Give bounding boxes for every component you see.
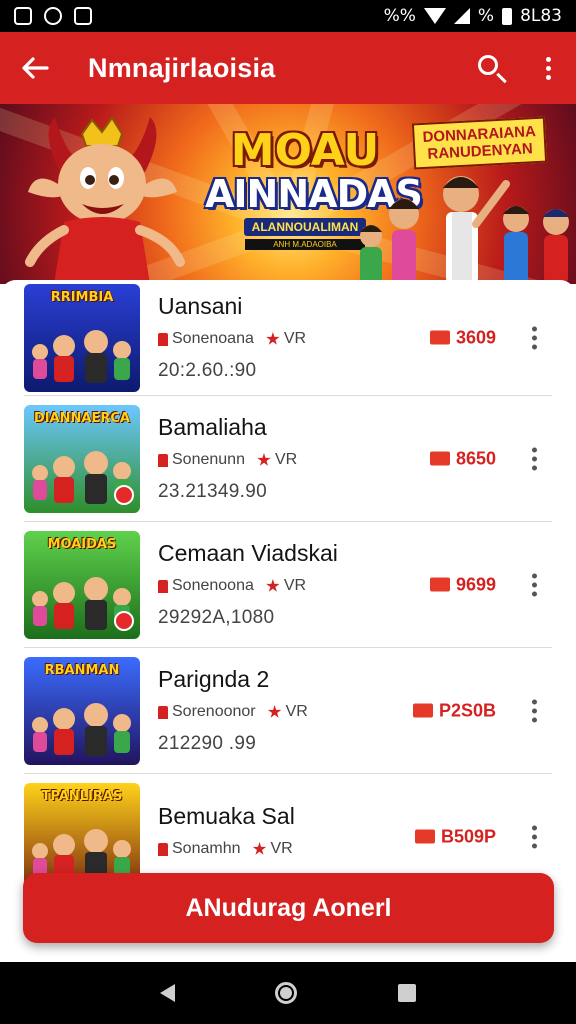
app-name: Parignda 2 [158,666,270,692]
download-count: 29292A,1080 [158,607,275,628]
developer-name: Sorenoonor [172,703,256,720]
rating-label: VR [270,840,293,857]
developer-icon [158,842,168,856]
arrow-left-icon [22,57,49,79]
app-list: RRIMBIA Uansani Sonenoana VR 20:2.60.:90… [0,280,576,960]
row-more-button[interactable] [524,699,544,722]
search-button[interactable] [464,32,520,104]
app-thumbnail[interactable]: DIANNAERCA [24,404,140,513]
star-icon [252,842,267,855]
battery-icon [502,7,513,25]
whatsapp-icon [44,7,62,25]
download-count: 20:2.60.:90 [158,360,257,381]
nav-back-icon[interactable] [160,984,176,1002]
page-title: Nmnajirlaoisia [88,52,276,83]
app-name: Uansani [158,293,243,319]
download-count: 212290 .99 [158,733,257,754]
price-tag[interactable]: P2S0B [412,700,496,721]
star-icon [266,579,280,592]
badge-icon [114,610,134,631]
image-icon [14,7,32,25]
system-nav-bar [0,962,576,1024]
status-bar: %% % 8L83 [0,0,576,32]
back-button[interactable] [0,32,70,104]
app-thumbnail[interactable]: RRIMBIA [24,283,140,392]
list-item[interactable]: MOAIDAS Cemaan Viadskai Sonenoona VR 292… [24,522,552,648]
rating-label: VR [274,451,298,468]
star-icon [266,332,280,345]
row-more-button[interactable] [524,447,544,470]
app-thumbnail[interactable]: MOAIDAS [24,530,140,639]
price-value: 9699 [455,574,496,594]
overflow-menu-button[interactable] [520,32,576,104]
app-name: Bamaliaha [158,414,267,440]
developer-name: Sonenoana [172,330,254,347]
rating-label: VR [285,703,308,720]
image-icon [74,7,92,25]
price-value: B509P [440,826,496,846]
price-tag[interactable]: B509P [414,826,496,847]
primary-action-button[interactable]: ANudurag Aonerl [23,873,554,943]
thumbnail-title: TPANLIRAS [41,788,123,804]
thumbnail-title: RRIMBIA [50,289,114,305]
rating-label: VR [283,330,307,347]
price-value: P2S0B [438,700,496,720]
rating-label: VR [283,577,307,594]
list-item[interactable]: RRIMBIA Uansani Sonenoana VR 20:2.60.:90… [24,280,552,396]
banner-tag: DONNARAIANA RANUDENYAN [411,116,548,170]
nav-recents-icon[interactable] [397,984,416,1002]
percent-text: % [477,6,495,26]
promo-banner[interactable]: MOAU AINNADAS ALANNOUALIMAN ANH M.ADAOIB… [0,104,576,284]
developer-icon [158,579,168,593]
developer-name: Sonenoona [172,577,254,594]
download-count: 23.21349.90 [158,481,267,502]
thumbnail-title: DIANNAERCA [33,410,130,426]
kids-illustration [360,176,569,284]
app-bar: Nmnajirlaoisia [0,32,576,104]
developer-icon [158,705,168,719]
app-name: Cemaan Viadskai [158,540,338,566]
status-time: 8L83 [520,6,562,26]
battery-saver-text: %% [383,6,416,26]
developer-icon [158,453,168,467]
list-item[interactable]: DIANNAERCA Bamaliaha Sonenunn VR 23.2134… [24,396,552,522]
row-more-button[interactable] [524,326,544,349]
nav-home-icon[interactable] [275,982,298,1004]
wifi-icon [423,8,446,24]
coin-icon [429,330,450,345]
signal-icon [453,8,470,24]
banner-subtitle-small: ANH M.ADAOIBA [245,239,365,250]
banner-subtitle: ALANNOUALIMAN [243,218,367,236]
search-icon [478,55,498,75]
price-value: 3609 [455,327,496,347]
thumbnail-title: RBANMAN [44,662,120,678]
price-value: 8650 [455,448,496,468]
price-tag[interactable]: 8650 [429,448,496,469]
thumbnail-title: MOAIDAS [47,536,117,552]
developer-name: Sonamhn [172,840,241,857]
list-item[interactable]: RBANMAN Parignda 2 Sorenoonor VR 212290 … [24,648,552,774]
developer-icon [158,332,168,346]
row-more-button[interactable] [524,825,544,848]
price-tag[interactable]: 9699 [429,574,496,595]
price-tag[interactable]: 3609 [429,327,496,348]
coin-icon [429,451,450,466]
star-icon [267,705,282,718]
star-icon [257,453,271,466]
badge-icon [114,484,134,505]
row-more-button[interactable] [524,573,544,596]
app-thumbnail[interactable]: RBANMAN [24,656,140,765]
coin-icon [414,829,435,844]
mascot-illustration [25,116,185,284]
coin-icon [429,577,450,592]
developer-name: Sonenunn [172,451,245,468]
coin-icon [412,703,433,718]
